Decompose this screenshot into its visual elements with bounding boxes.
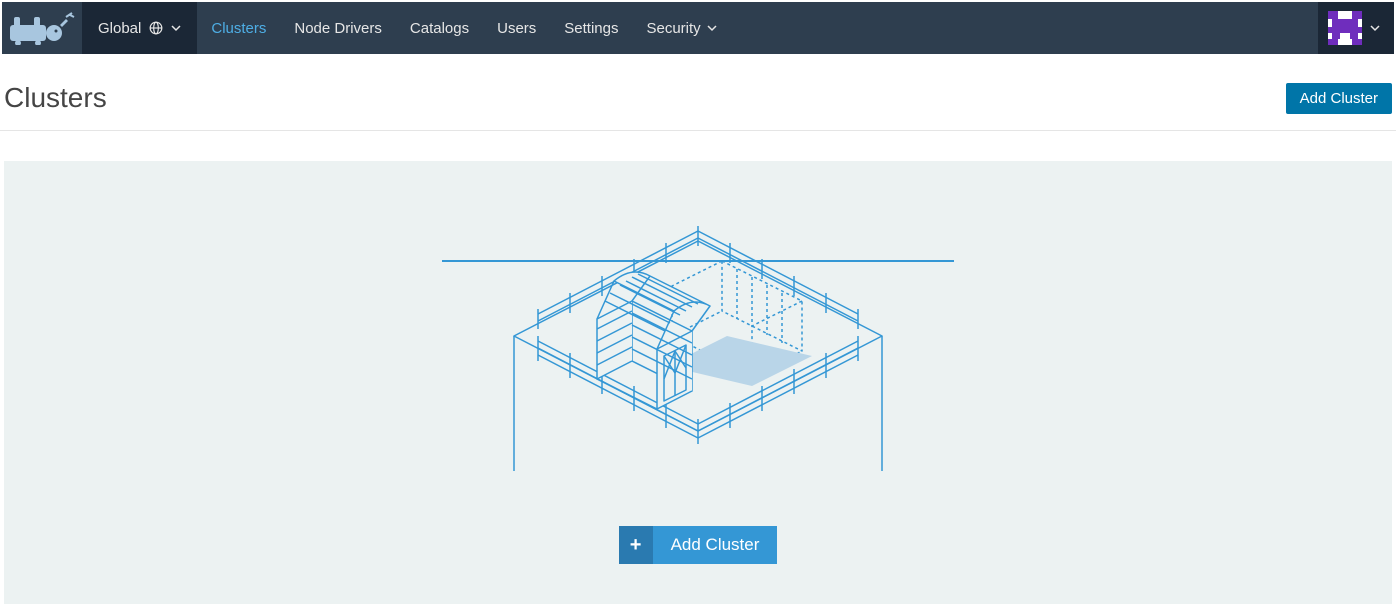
empty-illustration [442,201,954,476]
page-header: Clusters Add Cluster [0,56,1396,131]
scope-label: Global [98,20,141,37]
add-cluster-label: Add Cluster [653,526,778,564]
globe-icon [149,21,163,35]
scope-dropdown[interactable]: Global [82,2,197,54]
avatar [1328,11,1362,45]
add-cluster-button[interactable]: Add Cluster [1286,83,1392,114]
chevron-down-icon [171,23,181,33]
nav-label: Catalogs [410,20,469,37]
user-menu[interactable] [1318,2,1394,54]
add-cluster-empty-button[interactable]: + Add Cluster [619,526,778,564]
nav-users[interactable]: Users [483,2,550,54]
nav-settings[interactable]: Settings [550,2,632,54]
rancher-logo-icon [8,11,76,45]
nav-label: Clusters [211,20,266,37]
nav-security[interactable]: Security [632,2,730,54]
empty-state: + Add Cluster [4,161,1392,604]
nav-catalogs[interactable]: Catalogs [396,2,483,54]
nav-label: Settings [564,20,618,37]
nav-node-drivers[interactable]: Node Drivers [280,2,396,54]
plus-icon: + [619,526,653,564]
nav-label: Node Drivers [294,20,382,37]
page-title: Clusters [4,82,107,114]
chevron-down-icon [1370,23,1380,33]
top-navbar: Global Clusters Node Drivers Catalogs Us… [2,2,1394,54]
nav-clusters[interactable]: Clusters [197,2,280,54]
logo[interactable] [2,2,82,54]
primary-nav: Clusters Node Drivers Catalogs Users Set… [197,2,730,54]
nav-label: Users [497,20,536,37]
chevron-down-icon [707,23,717,33]
nav-label: Security [646,20,700,37]
